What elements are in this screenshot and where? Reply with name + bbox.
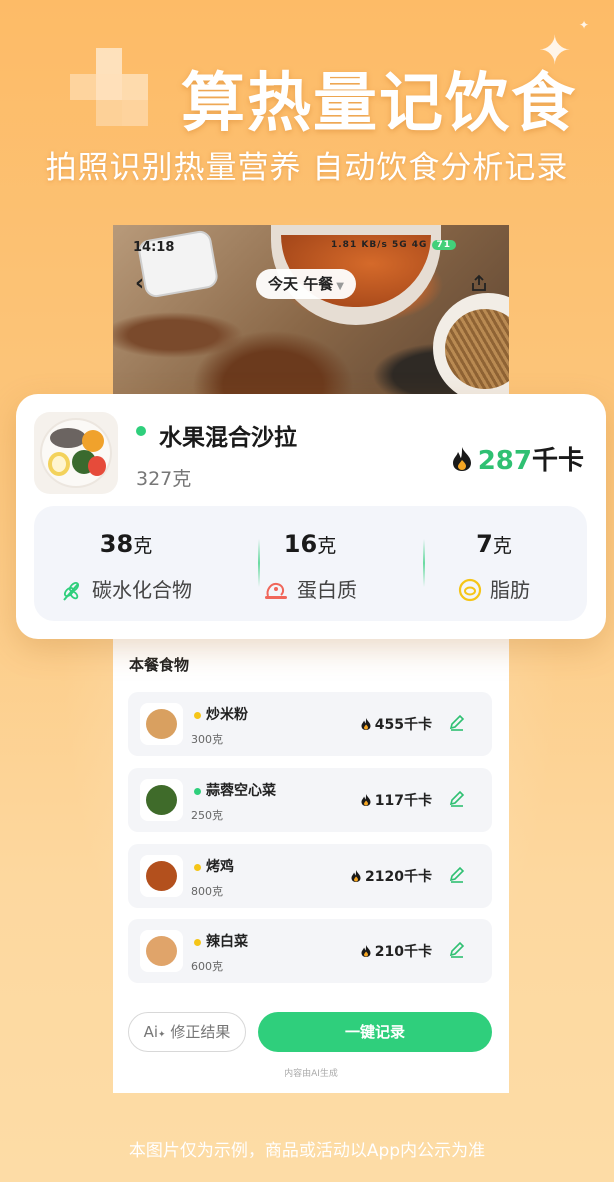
- food-weight: 300克: [191, 733, 223, 746]
- promo-headline: 算热量记饮食: [181, 67, 577, 141]
- salad-plate-image: [40, 418, 112, 488]
- food-calories: 2120千卡: [350, 866, 432, 886]
- food-thumbnail: [140, 703, 183, 745]
- food-weight: 600克: [191, 960, 223, 973]
- fix-result-label: 修正结果: [170, 1023, 231, 1041]
- status-dot: [136, 426, 146, 436]
- dish-result-card: 水果混合沙拉 327克 287千卡 38克 碳水化合物 16克 蛋白质 7克 脂…: [16, 394, 606, 639]
- protein-label: 蛋白质: [297, 578, 357, 602]
- food-row[interactable]: 炒米粉 300克 455千卡: [128, 692, 492, 756]
- fix-result-button[interactable]: Ai✦ 修正结果: [128, 1012, 246, 1052]
- dish-thumbnail: [34, 412, 118, 494]
- macro-carbs: 38克 碳水化合物: [34, 506, 218, 621]
- record-button[interactable]: 一键记录: [258, 1012, 492, 1052]
- battery-icon: 71: [431, 240, 457, 250]
- food-calories-value: 210千卡: [374, 944, 432, 960]
- ai-generated-note: 内容由AI生成: [284, 1069, 338, 1079]
- fat-value: 7: [476, 530, 493, 558]
- protein-unit: 克: [317, 535, 337, 557]
- meal-selector[interactable]: 今天 午餐 ▼: [256, 269, 356, 299]
- food-row[interactable]: 辣白菜 600克 210千卡: [128, 919, 492, 983]
- food-row[interactable]: 蒜蓉空心菜 250克 117千卡: [128, 768, 492, 832]
- status-icons: 1.81 KB/s 5G 4G 71: [331, 240, 457, 250]
- carbs-unit: 克: [133, 535, 153, 557]
- food-calories-value: 2120千卡: [365, 869, 432, 885]
- edit-pencil-icon[interactable]: [448, 790, 466, 808]
- macros-panel: 38克 碳水化合物 16克 蛋白质 7克 脂肪: [34, 506, 587, 621]
- flame-icon: [361, 718, 371, 730]
- carbs-value: 38: [99, 530, 134, 558]
- back-chevron-icon[interactable]: ‹: [135, 271, 144, 296]
- food-row[interactable]: 烤鸡 800克 2120千卡: [128, 844, 492, 908]
- meat-icon: [265, 582, 287, 599]
- food-status-dot: [194, 864, 201, 871]
- edit-pencil-icon[interactable]: [448, 714, 466, 732]
- food-calories: 455千卡: [360, 714, 432, 734]
- food-list-title: 本餐食物: [129, 656, 190, 674]
- dish-calories: 287千卡: [450, 440, 584, 477]
- food-thumbnail: [140, 855, 183, 897]
- edit-pencil-icon[interactable]: [448, 941, 466, 959]
- meal-selector-label: 今天 午餐: [268, 275, 334, 293]
- fat-icon: [458, 578, 482, 602]
- food-name: 蒜蓉空心菜: [206, 783, 276, 799]
- food-status-dot: [194, 712, 201, 719]
- calories-value: 287: [477, 446, 532, 476]
- dish-weight: 327克: [136, 468, 192, 490]
- food-calories-value: 117千卡: [374, 793, 432, 809]
- network-type: 5G 4G: [391, 240, 428, 250]
- food-weight: 250克: [191, 809, 223, 822]
- food-calories: 117千卡: [360, 790, 432, 810]
- network-speed: 1.81 KB/s: [331, 240, 388, 250]
- share-icon[interactable]: [469, 273, 489, 293]
- flame-icon: [452, 447, 471, 471]
- macro-fat: 7克 脂肪: [402, 506, 586, 621]
- food-name: 炒米粉: [206, 707, 248, 723]
- carbs-label: 碳水化合物: [92, 578, 192, 602]
- status-time: 14:18: [133, 240, 175, 255]
- food-status-dot: [194, 939, 201, 946]
- fat-unit: 克: [492, 535, 512, 557]
- fat-label: 脂肪: [490, 578, 530, 602]
- ai-star-icon: ✦: [158, 1030, 166, 1040]
- promo-subheadline: 拍照识别热量营养 自动饮食分析记录: [45, 150, 569, 186]
- food-name: 辣白菜: [206, 934, 248, 950]
- calories-unit: 千卡: [531, 446, 584, 476]
- dropdown-triangle-icon: ▼: [336, 281, 344, 292]
- flame-icon: [361, 794, 371, 806]
- food-thumbnail: [140, 930, 183, 972]
- food-name: 烤鸡: [206, 859, 234, 875]
- macro-protein: 16克 蛋白质: [218, 506, 402, 621]
- disclaimer-note: 本图片仅为示例，商品或活动以App内公示为准: [128, 1141, 486, 1161]
- flame-icon: [361, 945, 371, 957]
- phone-screenshot: 14:18 1.81 KB/s 5G 4G 71 ‹ 今天 午餐 ▼ 本餐食物 炒…: [113, 225, 509, 1093]
- food-calories: 210千卡: [360, 941, 432, 961]
- protein-value: 16: [283, 530, 318, 558]
- dish-name: 水果混合沙拉: [159, 425, 297, 451]
- ai-sparkle-icon: Ai: [143, 1023, 159, 1041]
- edit-pencil-icon[interactable]: [448, 866, 466, 884]
- sparkle-small-icon: ✦: [579, 18, 590, 32]
- food-status-dot: [194, 788, 201, 795]
- food-weight: 800克: [191, 885, 223, 898]
- food-thumbnail: [140, 779, 183, 821]
- flame-icon: [351, 870, 361, 882]
- food-calories-value: 455千卡: [374, 717, 432, 733]
- wheat-icon: [63, 581, 80, 601]
